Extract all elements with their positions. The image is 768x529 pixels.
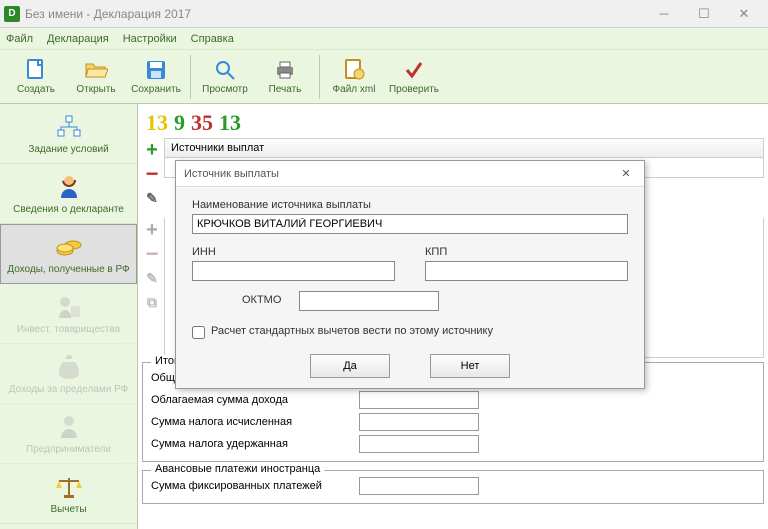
toolbar-print-label: Печать [269, 84, 302, 95]
kpp-input[interactable] [425, 261, 628, 281]
dialog-titlebar: Источник выплаты ✕ [176, 161, 644, 187]
oktmo-input[interactable] [299, 291, 439, 311]
menu-bar: Файл Декларация Настройки Справка [0, 28, 768, 50]
tax-withheld-label: Сумма налога удержанная [151, 438, 351, 450]
dialog-yes-button[interactable]: Да [310, 354, 390, 378]
num-13-yellow[interactable]: 13 [146, 110, 168, 136]
copy-detail-button: ⧉ [142, 292, 162, 312]
toolbar-create-label: Создать [17, 84, 55, 95]
add-detail-button: + [142, 220, 162, 240]
taxable-income-input[interactable] [359, 391, 479, 409]
sidebar-conditions[interactable]: Задание условий [0, 104, 137, 164]
toolbar-filexml-label: Файл xml [333, 84, 376, 95]
sidebar-invest-label: Инвест. товарищества [17, 324, 120, 335]
toolbar-separator [190, 55, 191, 99]
menu-settings[interactable]: Настройки [123, 33, 177, 45]
sidebar-income-abroad-label: Доходы за пределами РФ [9, 384, 128, 395]
inn-label: ИНН [192, 246, 395, 258]
kpp-label: КПП [425, 246, 628, 258]
taxable-income-label: Облагаемая сумма дохода [151, 394, 351, 406]
menu-file[interactable]: Файл [6, 33, 33, 45]
check-icon [402, 58, 426, 82]
menu-help[interactable]: Справка [191, 33, 234, 45]
sidebar-conditions-label: Задание условий [28, 144, 108, 155]
inn-input[interactable] [192, 261, 395, 281]
window-title: Без имени - Декларация 2017 [25, 7, 644, 21]
app-icon: D [4, 6, 20, 22]
tax-withheld-input[interactable] [359, 435, 479, 453]
payment-source-dialog: Источник выплаты ✕ Наименование источник… [175, 160, 645, 389]
sources-list-header: Источники выплат [164, 138, 764, 158]
fixed-payments-label: Сумма фиксированных платежей [151, 480, 351, 492]
tax-calc-label: Сумма налога исчисленная [151, 416, 351, 428]
sidebar-entrepreneur-label: Предприниматели [26, 444, 111, 455]
toolbar-open[interactable]: Открыть [66, 52, 126, 102]
sidebar-income-abroad: Доходы за пределами РФ [0, 344, 137, 404]
toolbar-open-label: Открыть [76, 84, 115, 95]
advance-group: Авансовые платежи иностранца Сумма фикси… [142, 470, 764, 504]
folder-open-icon [84, 58, 108, 82]
sidebar: Задание условий Сведения о декларанте До… [0, 104, 138, 529]
toolbar-print[interactable]: Печать [255, 52, 315, 102]
sidebar-income-rf-label: Доходы, полученные в РФ [7, 264, 129, 275]
advance-legend: Авансовые платежи иностранца [151, 463, 324, 475]
toolbar-check-label: Проверить [389, 84, 439, 95]
source-name-input[interactable] [192, 214, 628, 234]
color-percent-tabs: 13 9 35 13 [142, 108, 764, 138]
fixed-payments-input[interactable] [359, 477, 479, 495]
window-titlebar: D Без имени - Декларация 2017 ─ ☐ ✕ [0, 0, 768, 28]
num-13-green[interactable]: 13 [219, 110, 241, 136]
save-icon [144, 58, 168, 82]
entrepreneur-icon [55, 413, 83, 441]
dialog-close-button[interactable]: ✕ [616, 164, 636, 184]
sidebar-entrepreneur: Предприниматели [0, 404, 137, 464]
preview-icon [213, 58, 237, 82]
scales-icon [55, 473, 83, 501]
toolbar-save[interactable]: Сохранить [126, 52, 186, 102]
sidebar-income-rf[interactable]: Доходы, полученные в РФ [0, 224, 137, 284]
maximize-button[interactable]: ☐ [684, 2, 724, 26]
coins-icon [55, 233, 83, 261]
add-source-button[interactable]: + [142, 140, 162, 160]
edit-source-button[interactable]: ✎ [142, 188, 162, 208]
moneybag-icon [55, 353, 83, 381]
sidebar-deductions-label: Вычеты [50, 504, 86, 515]
sidebar-declarant[interactable]: Сведения о декларанте [0, 164, 137, 224]
remove-detail-button: − [142, 244, 162, 264]
sidebar-deductions[interactable]: Вычеты [0, 464, 137, 524]
invest-icon [55, 293, 83, 321]
edit-detail-button: ✎ [142, 268, 162, 288]
toolbar-preview-label: Просмотр [202, 84, 248, 95]
close-button[interactable]: ✕ [724, 2, 764, 26]
toolbar-create[interactable]: Создать [6, 52, 66, 102]
sidebar-declarant-label: Сведения о декларанте [13, 204, 124, 215]
source-name-label: Наименование источника выплаты [192, 199, 628, 211]
standard-deductions-label: Расчет стандартных вычетов вести по этом… [211, 325, 493, 337]
oktmo-label: ОКТМО [242, 294, 281, 306]
menu-declaration[interactable]: Декларация [47, 33, 109, 45]
tax-calc-input[interactable] [359, 413, 479, 431]
toolbar: Создать Открыть Сохранить Просмотр Печат… [0, 50, 768, 104]
print-icon [273, 58, 297, 82]
toolbar-preview[interactable]: Просмотр [195, 52, 255, 102]
toolbar-filexml[interactable]: Файл xml [324, 52, 384, 102]
toolbar-separator [319, 55, 320, 99]
sidebar-invest: Инвест. товарищества [0, 284, 137, 344]
tree-icon [55, 113, 83, 141]
dialog-no-button[interactable]: Нет [430, 354, 510, 378]
person-icon [55, 173, 83, 201]
num-35[interactable]: 35 [191, 110, 213, 136]
new-file-icon [24, 58, 48, 82]
xml-file-icon [342, 58, 366, 82]
remove-source-button[interactable]: − [142, 164, 162, 184]
dialog-title: Источник выплаты [184, 168, 279, 180]
minimize-button[interactable]: ─ [644, 2, 684, 26]
toolbar-save-label: Сохранить [131, 84, 181, 95]
toolbar-check[interactable]: Проверить [384, 52, 444, 102]
standard-deductions-checkbox[interactable] [192, 326, 205, 339]
num-9[interactable]: 9 [174, 110, 185, 136]
